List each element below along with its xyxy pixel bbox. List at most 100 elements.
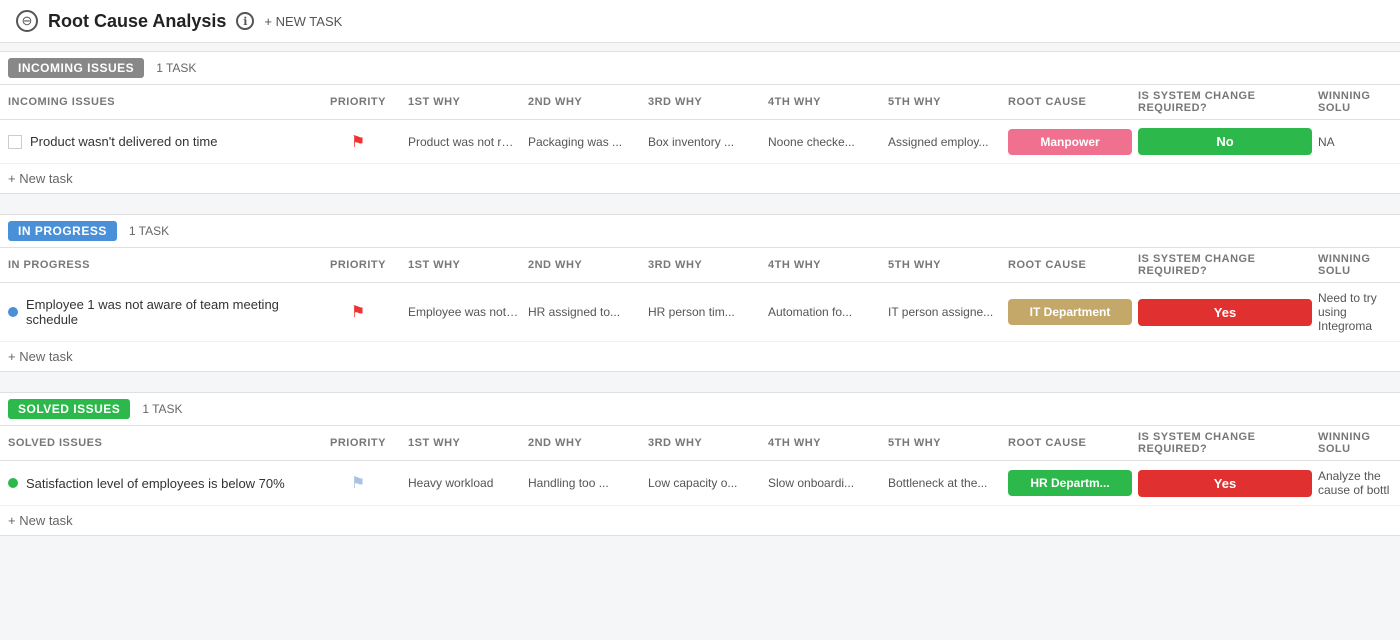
task-count-incoming: 1 TASK xyxy=(156,61,196,75)
dot-indicator-2-0 xyxy=(8,478,18,488)
table-row[interactable]: Product wasn't delivered on time ⚑ Produ… xyxy=(0,120,1400,164)
badge-incoming: INCOMING ISSUES xyxy=(8,58,144,78)
cell-priority-2-0: ⚑ xyxy=(308,473,408,493)
cell-why3-1-0: HR person tim... xyxy=(648,305,768,319)
add-task-label-solved: + New task xyxy=(8,513,73,528)
col-header-issue-1: IN PROGRESS xyxy=(8,259,308,271)
dot-indicator-1-0 xyxy=(8,307,18,317)
issue-text-0-0: Product wasn't delivered on time xyxy=(30,134,217,149)
section-header-incoming: INCOMING ISSUES 1 TASK xyxy=(0,51,1400,85)
col-headers-incoming: INCOMING ISSUES PRIORITY 1ST WHY 2ND WHY… xyxy=(0,85,1400,120)
circle-button[interactable]: ⊖ xyxy=(16,10,38,32)
page-title: Root Cause Analysis xyxy=(48,11,226,32)
add-task-label-inprogress: + New task xyxy=(8,349,73,364)
cell-rootcause-2-0: HR Departm... xyxy=(1008,470,1138,496)
main-content: INCOMING ISSUES 1 TASK INCOMING ISSUES P… xyxy=(0,43,1400,552)
cell-why1-1-0: Employee was not b... xyxy=(408,305,528,319)
col-headers-solved: SOLVED ISSUES PRIORITY 1ST WHY 2ND WHY 3… xyxy=(0,426,1400,461)
col-header-why5-2: 5TH WHY xyxy=(888,437,1008,449)
cell-why5-1-0: IT person assigne... xyxy=(888,305,1008,319)
col-header-winning-2: WINNING SOLU xyxy=(1318,431,1392,455)
syschange-badge-0-0: No xyxy=(1138,128,1312,155)
root-badge-2-0: HR Departm... xyxy=(1008,470,1132,496)
col-header-why5-1: 5TH WHY xyxy=(888,259,1008,271)
cell-why5-0-0: Assigned employ... xyxy=(888,135,1008,149)
cell-syschange-1-0: Yes xyxy=(1138,299,1318,326)
col-headers-inprogress: IN PROGRESS PRIORITY 1ST WHY 2ND WHY 3RD… xyxy=(0,248,1400,283)
col-header-winning-0: WINNING SOLU xyxy=(1318,90,1392,114)
col-header-why3-0: 3RD WHY xyxy=(648,96,768,108)
cell-why4-1-0: Automation fo... xyxy=(768,305,888,319)
cell-priority-1-0: ⚑ xyxy=(308,302,408,322)
syschange-badge-2-0: Yes xyxy=(1138,470,1312,497)
cell-priority-0-0: ⚑ xyxy=(308,132,408,152)
section-inprogress: IN PROGRESS 1 TASK IN PROGRESS PRIORITY … xyxy=(0,214,1400,384)
cell-why2-1-0: HR assigned to... xyxy=(528,305,648,319)
cell-why1-0-0: Product was not rea... xyxy=(408,135,528,149)
badge-solved: SOLVED ISSUES xyxy=(8,399,130,419)
new-task-button[interactable]: + NEW TASK xyxy=(264,14,342,29)
cell-issue-0-0: Product wasn't delivered on time xyxy=(8,134,308,149)
flag-icon-1-0: ⚑ xyxy=(351,302,365,322)
cell-why5-2-0: Bottleneck at the... xyxy=(888,476,1008,490)
col-header-issue-0: INCOMING ISSUES xyxy=(8,96,308,108)
col-header-why2-2: 2ND WHY xyxy=(528,437,648,449)
col-header-why3-1: 3RD WHY xyxy=(648,259,768,271)
badge-inprogress: IN PROGRESS xyxy=(8,221,117,241)
root-badge-1-0: IT Department xyxy=(1008,299,1132,325)
cell-why3-0-0: Box inventory ... xyxy=(648,135,768,149)
add-task-row-solved[interactable]: + New task xyxy=(0,506,1400,536)
cell-syschange-0-0: No xyxy=(1138,128,1318,155)
cell-issue-2-0: Satisfaction level of employees is below… xyxy=(8,476,308,491)
cell-winning-2-0: Analyze the cause of bottl xyxy=(1318,469,1392,497)
checkbox-0-0[interactable] xyxy=(8,135,22,149)
col-header-priority-1: PRIORITY xyxy=(308,259,408,271)
col-header-root-1: ROOT CAUSE xyxy=(1008,259,1138,271)
spacer-0 xyxy=(0,194,1400,206)
col-header-why1-1: 1ST WHY xyxy=(408,259,528,271)
col-header-sys-1: IS SYSTEM CHANGE REQUIRED? xyxy=(1138,253,1318,277)
add-task-row-incoming[interactable]: + New task xyxy=(0,164,1400,194)
add-task-row-inprogress[interactable]: + New task xyxy=(0,342,1400,372)
section-solved: SOLVED ISSUES 1 TASK SOLVED ISSUES PRIOR… xyxy=(0,392,1400,536)
cell-winning-0-0: NA xyxy=(1318,135,1392,149)
cell-syschange-2-0: Yes xyxy=(1138,470,1318,497)
section-header-inprogress: IN PROGRESS 1 TASK xyxy=(0,214,1400,248)
col-header-why4-0: 4TH WHY xyxy=(768,96,888,108)
cell-why3-2-0: Low capacity o... xyxy=(648,476,768,490)
col-header-why1-0: 1ST WHY xyxy=(408,96,528,108)
table-row[interactable]: Satisfaction level of employees is below… xyxy=(0,461,1400,506)
section-incoming: INCOMING ISSUES 1 TASK INCOMING ISSUES P… xyxy=(0,51,1400,206)
flag-icon-2-0: ⚑ xyxy=(351,473,365,493)
col-header-why2-1: 2ND WHY xyxy=(528,259,648,271)
cell-rootcause-0-0: Manpower xyxy=(1008,129,1138,155)
col-header-root-0: ROOT CAUSE xyxy=(1008,96,1138,108)
cell-rootcause-1-0: IT Department xyxy=(1008,299,1138,325)
info-icon[interactable]: ℹ xyxy=(236,12,254,30)
col-header-why1-2: 1ST WHY xyxy=(408,437,528,449)
col-header-winning-1: WINNING SOLU xyxy=(1318,253,1392,277)
col-header-why5-0: 5TH WHY xyxy=(888,96,1008,108)
cell-why2-2-0: Handling too ... xyxy=(528,476,648,490)
cell-why4-2-0: Slow onboardi... xyxy=(768,476,888,490)
root-badge-0-0: Manpower xyxy=(1008,129,1132,155)
col-header-why4-1: 4TH WHY xyxy=(768,259,888,271)
col-header-priority-2: PRIORITY xyxy=(308,437,408,449)
spacer-1 xyxy=(0,372,1400,384)
cell-why1-2-0: Heavy workload xyxy=(408,476,528,490)
col-header-root-2: ROOT CAUSE xyxy=(1008,437,1138,449)
cell-winning-1-0: Need to try using Integroma xyxy=(1318,291,1392,333)
header: ⊖ Root Cause Analysis ℹ + NEW TASK xyxy=(0,0,1400,43)
col-header-issue-2: SOLVED ISSUES xyxy=(8,437,308,449)
task-count-inprogress: 1 TASK xyxy=(129,224,169,238)
col-header-why3-2: 3RD WHY xyxy=(648,437,768,449)
col-header-why4-2: 4TH WHY xyxy=(768,437,888,449)
flag-icon-0-0: ⚑ xyxy=(351,132,365,152)
col-header-sys-0: IS SYSTEM CHANGE REQUIRED? xyxy=(1138,90,1318,114)
col-header-priority-0: PRIORITY xyxy=(308,96,408,108)
table-row[interactable]: Employee 1 was not aware of team meeting… xyxy=(0,283,1400,342)
issue-text-2-0: Satisfaction level of employees is below… xyxy=(26,476,285,491)
section-header-solved: SOLVED ISSUES 1 TASK xyxy=(0,392,1400,426)
syschange-badge-1-0: Yes xyxy=(1138,299,1312,326)
cell-why4-0-0: Noone checke... xyxy=(768,135,888,149)
